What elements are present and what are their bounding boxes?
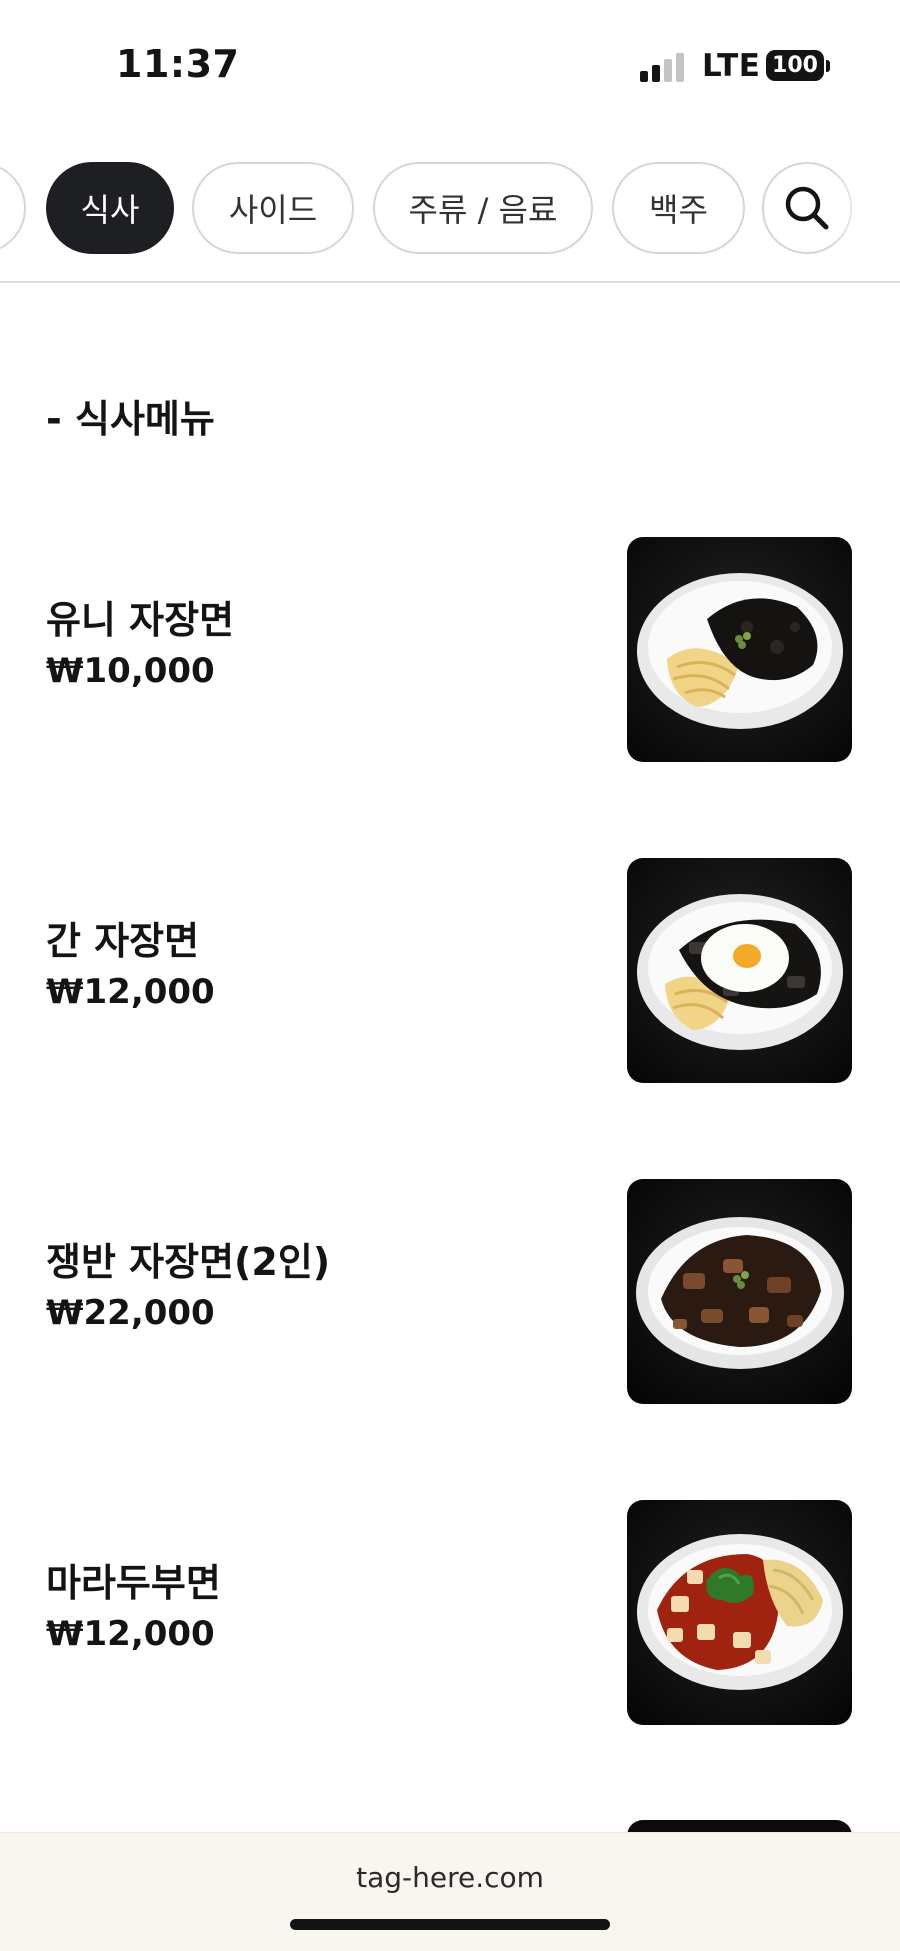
menu-item-price: ₩12,000 <box>46 1614 215 1654</box>
menu-screen: 11:37 LTE 100 식사 사이드 주류 / 음료 백주 - 식사메뉴 유… <box>0 0 900 1951</box>
url-text: tag-here.com <box>356 1861 544 1894</box>
menu-item[interactable]: 쟁반 자장면(2인) ₩22,000 <box>0 1179 900 1405</box>
status-bar: 11:37 LTE 100 <box>0 0 900 130</box>
tabs-divider <box>0 281 900 283</box>
tabs-scroll-fade <box>830 150 900 266</box>
menu-item[interactable]: 간 자장면 ₩12,000 <box>0 858 900 1084</box>
gan-jajangmyeon-egg-photo <box>627 858 852 1083</box>
menu-item[interactable]: 마라두부면 ₩12,000 <box>0 1500 900 1726</box>
tab-side-label: 사이드 <box>228 191 318 229</box>
battery-icon: 100 <box>766 50 824 81</box>
menu-item-name: 유니 자장면 <box>46 598 235 642</box>
cellular-signal-icon <box>640 52 686 82</box>
menu-item-name: 마라두부면 <box>46 1561 221 1605</box>
tab-baijiu[interactable]: 백주 <box>612 162 745 254</box>
mala-tofu-noodle-photo <box>627 1500 852 1725</box>
battery-tip <box>826 60 830 72</box>
menu-item-price: ₩12,000 <box>46 972 215 1012</box>
menu-item-price: ₩22,000 <box>46 1293 215 1333</box>
status-time: 11:37 <box>116 42 240 86</box>
menu-item[interactable]: 유니 자장면 ₩10,000 <box>0 537 900 763</box>
category-tabs: 식사 사이드 주류 / 음료 백주 <box>0 162 900 254</box>
home-indicator[interactable] <box>290 1919 610 1930</box>
menu-item-price: ₩10,000 <box>46 651 215 691</box>
tab-side[interactable]: 사이드 <box>192 162 354 254</box>
network-type: LTE <box>702 48 761 84</box>
tab-baijiu-label: 백주 <box>649 191 708 229</box>
search-icon <box>785 186 829 230</box>
tab-previous[interactable] <box>0 162 26 254</box>
section-title: - 식사메뉴 <box>46 397 215 441</box>
menu-item-name: 간 자장면 <box>46 919 200 963</box>
jaengban-jajangmyeon-photo <box>627 1179 852 1404</box>
battery-level: 100 <box>772 53 818 78</box>
jajangmyeon-photo <box>627 537 852 762</box>
tab-meal-label: 식사 <box>80 191 140 229</box>
menu-item-name: 쟁반 자장면(2인) <box>46 1240 331 1284</box>
browser-url-bar[interactable]: tag-here.com <box>0 1832 900 1951</box>
tab-meal[interactable]: 식사 <box>46 162 174 254</box>
tab-drinks-label: 주류 / 음료 <box>408 191 558 229</box>
tab-drinks[interactable]: 주류 / 음료 <box>373 162 593 254</box>
